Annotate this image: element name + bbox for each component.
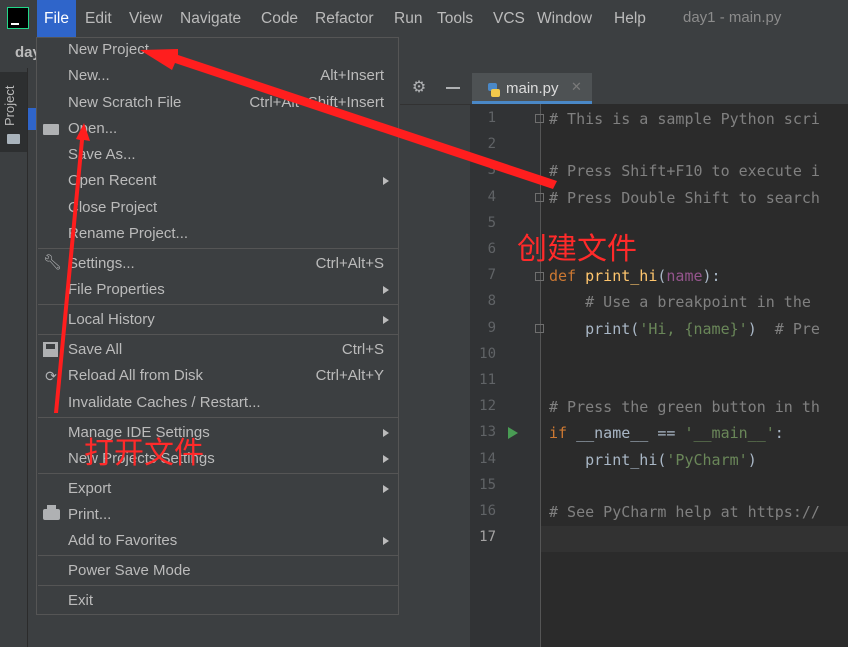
annotation-create-file: 创建文件: [517, 232, 637, 267]
annotation-open-file: 打开文件: [84, 436, 204, 471]
annotation-arrow-new-project: [140, 49, 557, 189]
annotation-arrow-open: [54, 123, 90, 413]
annotation-layer: [54, 49, 557, 413]
